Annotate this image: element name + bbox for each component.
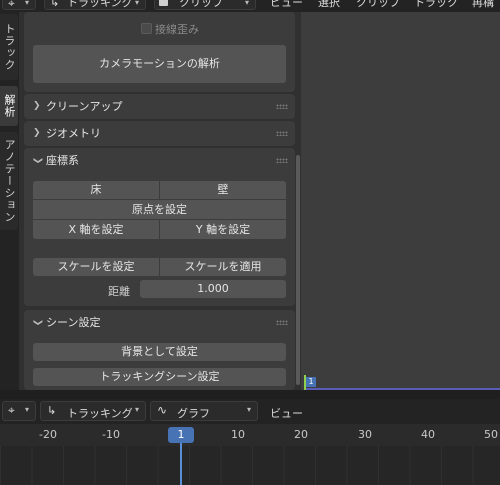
set-origin-button[interactable]: 原点を設定 xyxy=(33,200,286,219)
view-dropdown[interactable]: ∿ グラフ ▾ xyxy=(150,401,258,421)
chevron-down-icon: ❯ xyxy=(32,318,43,327)
set-as-background-button[interactable]: 背景として設定 xyxy=(33,343,286,361)
set-x-axis-button[interactable]: X 軸を設定 xyxy=(33,220,159,239)
tab-track[interactable]: トラック xyxy=(0,14,18,80)
floor-button[interactable]: 床 xyxy=(33,181,159,199)
cleanup-panel[interactable]: ❯ クリーンアップ xyxy=(24,94,295,119)
chevron-down-icon: ▾ xyxy=(245,0,250,7)
chevron-down-icon: ▾ xyxy=(247,405,252,414)
drag-handle-icon[interactable] xyxy=(276,104,288,109)
apply-scale-button[interactable]: スケールを適用 xyxy=(160,258,286,276)
view-label: グラフ xyxy=(177,407,210,420)
orientation-title: 座標系 xyxy=(46,154,79,167)
tracking-mode-icon: ↳ xyxy=(47,404,57,417)
timeline-mode-dropdown[interactable]: ↳ トラッキング ▾ xyxy=(40,401,146,421)
scene-setup-header[interactable]: ❯ シーン設定 xyxy=(24,310,295,335)
chevron-down-icon: ▾ xyxy=(25,0,30,7)
drag-handle-icon[interactable] xyxy=(276,158,288,163)
graph-icon: ∿ xyxy=(157,403,168,417)
editor-type-dropdown-bottom[interactable]: ⌖ ▾ xyxy=(2,401,36,421)
menu-select[interactable]: 選択 xyxy=(318,0,340,10)
wall-button[interactable]: 壁 xyxy=(160,181,286,199)
clip-icon xyxy=(159,0,168,6)
geometry-panel[interactable]: ❯ ジオメトリ xyxy=(24,121,295,146)
clip-viewport[interactable] xyxy=(301,12,500,390)
ruler-tick: 50 xyxy=(484,428,498,441)
menu-view[interactable]: ビュー xyxy=(270,0,303,10)
chevron-down-icon: ▾ xyxy=(135,0,140,7)
tangent-distortion-label: 接線歪み xyxy=(155,23,199,36)
drag-handle-icon[interactable] xyxy=(276,131,288,136)
properties-scrollbar[interactable] xyxy=(296,155,300,385)
drag-handle-icon[interactable] xyxy=(276,320,288,325)
chevron-right-icon: ❯ xyxy=(33,101,41,111)
timeline-mode-label: トラッキング xyxy=(67,407,133,420)
crosshair-icon: ⌖ xyxy=(8,403,15,417)
chevron-down-icon: ❯ xyxy=(32,156,43,165)
setup-tracking-scene-button[interactable]: トラッキングシーン設定 xyxy=(33,368,286,386)
tracking-mode-icon: ↳ xyxy=(50,0,60,9)
menu-view-bottom[interactable]: ビュー xyxy=(270,405,303,421)
scene-setup-title: シーン設定 xyxy=(46,316,101,329)
tangent-distortion-checkbox[interactable] xyxy=(141,23,152,34)
tab-annotation[interactable]: アノテーション xyxy=(0,132,18,230)
distance-field[interactable]: 1.000 xyxy=(140,280,286,298)
solve-camera-motion-button[interactable]: カメラモーションの解析 xyxy=(33,45,286,83)
scene-setup-panel: ❯ シーン設定 背景として設定 トラッキングシーン設定 xyxy=(24,310,295,390)
distance-label: 距離 xyxy=(108,285,130,298)
editor-type-dropdown[interactable]: ⌖ ▾ xyxy=(2,0,36,10)
crosshair-icon: ⌖ xyxy=(8,0,15,10)
view-mode-label: クリップ xyxy=(179,0,223,9)
ruler-tick: 40 xyxy=(421,428,435,441)
chevron-down-icon: ▾ xyxy=(25,405,30,414)
orientation-panel: ❯ 座標系 床 壁 原点を設定 X 軸を設定 Y 軸を設定 スケールを設定 スケ… xyxy=(24,148,295,306)
tab-solve[interactable]: 解析 xyxy=(0,86,18,126)
set-y-axis-button[interactable]: Y 軸を設定 xyxy=(160,220,286,239)
menu-track[interactable]: トラック xyxy=(414,0,458,10)
current-frame-indicator[interactable]: 1 xyxy=(168,427,194,443)
menu-clip[interactable]: クリップ xyxy=(356,0,400,10)
ruler-tick: 30 xyxy=(358,428,372,441)
menu-reconstruct[interactable]: 再構 xyxy=(472,0,494,10)
graph-area[interactable] xyxy=(0,446,500,485)
ruler-tick: 20 xyxy=(294,428,308,441)
mode-dropdown[interactable]: ↳ トラッキング ▾ xyxy=(44,0,146,10)
ruler-tick: -20 xyxy=(39,428,57,441)
area-divider[interactable] xyxy=(0,390,500,399)
ruler-tick: 10 xyxy=(231,428,245,441)
chevron-right-icon: ❯ xyxy=(33,128,41,138)
playhead-line[interactable] xyxy=(180,443,182,485)
mode-label: トラッキング xyxy=(67,0,133,9)
frame-marker-label: 1 xyxy=(306,377,316,387)
view-mode-dropdown[interactable]: クリップ ▾ xyxy=(154,0,256,10)
geometry-title: ジオメトリ xyxy=(46,127,101,140)
solve-panel: 接線歪み カメラモーションの解析 xyxy=(24,12,295,92)
chevron-down-icon: ▾ xyxy=(135,405,140,414)
set-scale-button[interactable]: スケールを設定 xyxy=(33,258,159,276)
ruler-tick: -10 xyxy=(102,428,120,441)
orientation-header[interactable]: ❯ 座標系 xyxy=(24,148,295,173)
cleanup-title: クリーンアップ xyxy=(46,100,123,113)
